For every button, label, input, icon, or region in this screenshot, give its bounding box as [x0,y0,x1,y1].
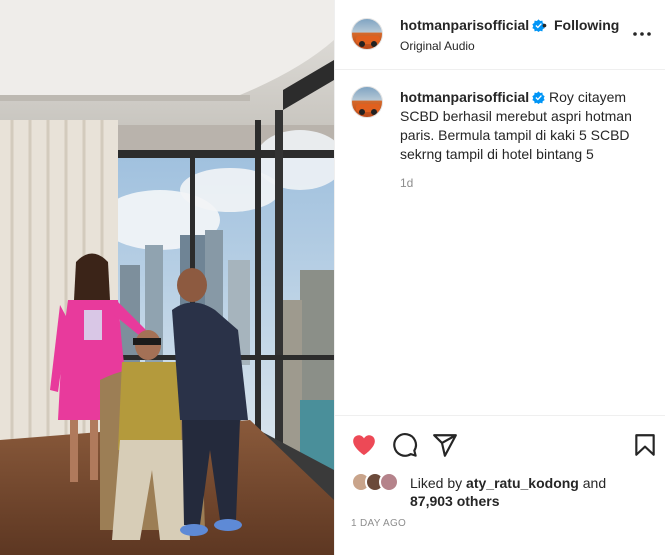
post-header: hotmanparisofficial • Following Original… [335,0,665,70]
caption-time[interactable]: 1d [400,176,413,190]
verified-badge-icon [532,91,545,104]
user-avatar[interactable] [351,18,383,50]
likes-count[interactable]: 87,903 others [410,493,500,509]
post-timestamp[interactable]: 1 DAY AGO [351,518,406,529]
following-button[interactable]: Following [554,17,619,33]
caption-text: hotmanparisofficial Roy citayem SCBD ber… [400,88,650,164]
audio-link[interactable]: Original Audio [400,39,475,53]
post-video[interactable] [0,0,334,555]
caption-avatar[interactable] [351,86,383,118]
instagram-post-view: hotmanparisofficial • Following Original… [0,0,665,555]
caption-username[interactable]: hotmanparisofficial [400,89,529,105]
post-actions: Liked by aty_ratu_kodong and 87,903 othe… [335,415,665,555]
share-icon[interactable] [432,432,458,458]
likes-summary: Liked by aty_ratu_kodong and 87,903 othe… [410,475,607,509]
liker-avatar [379,472,399,492]
header-username[interactable]: hotmanparisofficial [400,17,545,33]
comment-icon[interactable] [392,432,418,458]
more-horizontal-icon[interactable] [631,26,653,42]
liker-username[interactable]: aty_ratu_kodong [466,475,579,491]
bookmark-icon[interactable] [632,432,658,458]
post-side-panel: hotmanparisofficial • Following Original… [334,0,665,555]
separator-dot: • [542,17,547,33]
video-frame-illustration [0,0,334,555]
heart-filled-icon[interactable] [351,432,377,458]
